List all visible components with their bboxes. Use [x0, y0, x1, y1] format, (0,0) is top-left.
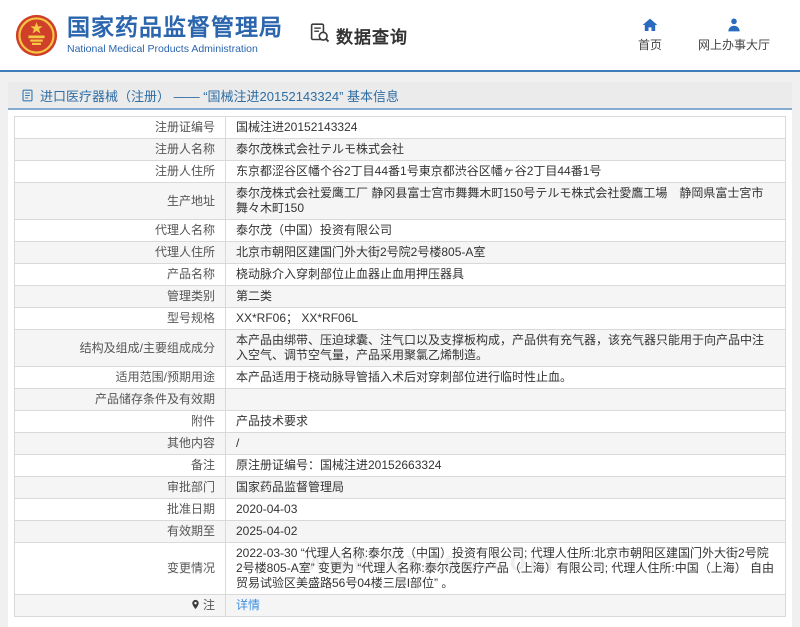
table-row: 代理人住所北京市朝阳区建国门外大街2号院2号楼805-A室 [15, 242, 786, 264]
row-label: 注册证编号 [15, 117, 226, 139]
row-label: 注册人住所 [15, 161, 226, 183]
top-nav: 首页 网上办事大厅 [638, 17, 770, 53]
row-label: 代理人住所 [15, 242, 226, 264]
row-value: 第二类 [226, 286, 786, 308]
data-query-section[interactable]: 数据查询 [309, 22, 408, 48]
row-value: 2022-03-30 “代理人名称:泰尔茂（中国）投资有限公司; 代理人住所:北… [226, 543, 786, 595]
nav-online-hall-label: 网上办事大厅 [698, 36, 770, 53]
table-row: 变更情况2022-03-30 “代理人名称:泰尔茂（中国）投资有限公司; 代理人… [15, 543, 786, 595]
row-value: 国家药品监督管理局 [226, 477, 786, 499]
row-value: 本产品适用于桡动脉导管插入术后对穿刺部位进行临时性止血。 [226, 367, 786, 389]
table-row: 其他内容/ [15, 433, 786, 455]
table-row: 代理人名称泰尔茂（中国）投资有限公司 [15, 220, 786, 242]
row-value: 国械注进20152143324 [226, 117, 786, 139]
table-row: 有效期至2025-04-02 [15, 521, 786, 543]
row-value: XX*RF06； XX*RF06L [226, 308, 786, 330]
table-row: 审批部门国家药品监督管理局 [15, 477, 786, 499]
detail-link[interactable]: 详情 [236, 598, 260, 612]
table-row: 生产地址泰尔茂株式会社爱鹰工厂 静冈县富士宫市舞舞木町150号テルモ株式会社愛鷹… [15, 183, 786, 220]
document-icon [21, 89, 34, 102]
nav-online-hall[interactable]: 网上办事大厅 [698, 17, 770, 53]
table-row: 适用范围/预期用途本产品适用于桡动脉导管插入术后对穿刺部位进行临时性止血。 [15, 367, 786, 389]
row-label: 产品名称 [15, 264, 226, 286]
row-label: 管理类别 [15, 286, 226, 308]
row-label: 批准日期 [15, 499, 226, 521]
nav-home-label: 首页 [638, 36, 662, 53]
breadcrumb: 进口医疗器械（注册） —— “国械注进20152143324” 基本信息 [8, 82, 792, 110]
row-value: 泰尔茂（中国）投资有限公司 [226, 220, 786, 242]
row-label: 其他内容 [15, 433, 226, 455]
row-label: 有效期至 [15, 521, 226, 543]
table-row: 结构及组成/主要组成成分本产品由绑带、压迫球囊、注气口以及支撑板构成，产品供有充… [15, 330, 786, 367]
nav-home[interactable]: 首页 [638, 17, 662, 53]
row-label: 型号规格 [15, 308, 226, 330]
table-row: 产品名称桡动脉介入穿刺部位止血器止血用押压器具 [15, 264, 786, 286]
info-table: 注册证编号国械注进20152143324注册人名称泰尔茂株式会社テルモ株式会社注… [14, 116, 786, 617]
table-row: 附件产品技术要求 [15, 411, 786, 433]
row-label: 注 [15, 595, 226, 617]
row-value: 2020-04-03 [226, 499, 786, 521]
row-value: 本产品由绑带、压迫球囊、注气口以及支撑板构成，产品供有充气器，该充气器只能用于向… [226, 330, 786, 367]
data-query-label: 数据查询 [336, 23, 408, 48]
table-row: 管理类别第二类 [15, 286, 786, 308]
row-value: 泰尔茂株式会社爱鹰工厂 静冈县富士宫市舞舞木町150号テルモ株式会社愛鷹工場 静… [226, 183, 786, 220]
home-icon [642, 17, 658, 33]
table-row: 注详情 [15, 595, 786, 617]
table-row: 备注原注册证编号：国械注进20152663324 [15, 455, 786, 477]
row-value: 东京都涩谷区幡个谷2丁目44番1号東京都渋谷区幡ヶ谷2丁目44番1号 [226, 161, 786, 183]
site-header: 国家药品监督管理局 National Medical Products Admi… [0, 0, 800, 72]
table-row: 注册证编号国械注进20152143324 [15, 117, 786, 139]
row-label: 产品储存条件及有效期 [15, 389, 226, 411]
breadcrumb-text: 进口医疗器械（注册） —— “国械注进20152143324” 基本信息 [40, 86, 399, 105]
brand-text: 国家药品监督管理局 National Medical Products Admi… [67, 15, 283, 54]
table-row: 型号规格XX*RF06； XX*RF06L [15, 308, 786, 330]
info-table-body: 注册证编号国械注进20152143324注册人名称泰尔茂株式会社テルモ株式会社注… [15, 117, 786, 617]
person-icon [726, 17, 742, 33]
site-title: 国家药品监督管理局 [67, 15, 283, 40]
table-row: 注册人住所东京都涩谷区幡个谷2丁目44番1号東京都渋谷区幡ヶ谷2丁目44番1号 [15, 161, 786, 183]
row-value: 桡动脉介入穿刺部位止血器止血用押压器具 [226, 264, 786, 286]
row-label: 适用范围/预期用途 [15, 367, 226, 389]
brand[interactable]: 国家药品监督管理局 National Medical Products Admi… [15, 14, 283, 57]
row-value: 原注册证编号：国械注进20152663324 [226, 455, 786, 477]
row-label: 附件 [15, 411, 226, 433]
row-label: 备注 [15, 455, 226, 477]
national-emblem-icon [15, 14, 58, 57]
row-value: / [226, 433, 786, 455]
table-row: 产品储存条件及有效期 [15, 389, 786, 411]
row-label: 变更情况 [15, 543, 226, 595]
row-label: 审批部门 [15, 477, 226, 499]
row-value [226, 389, 786, 411]
row-label: 结构及组成/主要组成成分 [15, 330, 226, 367]
table-row: 注册人名称泰尔茂株式会社テルモ株式会社 [15, 139, 786, 161]
table-row: 批准日期2020-04-03 [15, 499, 786, 521]
pin-icon [190, 598, 203, 612]
row-value: 泰尔茂株式会社テルモ株式会社 [226, 139, 786, 161]
data-query-icon [309, 22, 330, 48]
site-subtitle: National Medical Products Administration [67, 43, 283, 55]
row-value: 2025-04-02 [226, 521, 786, 543]
row-value: 北京市朝阳区建国门外大街2号院2号楼805-A室 [226, 242, 786, 264]
row-value: 详情 [226, 595, 786, 617]
row-label: 代理人名称 [15, 220, 226, 242]
row-label: 生产地址 [15, 183, 226, 220]
row-label: 注册人名称 [15, 139, 226, 161]
row-value: 产品技术要求 [226, 411, 786, 433]
content-panel: 进口医疗器械（注册） —— “国械注进20152143324” 基本信息 注册证… [8, 82, 792, 627]
